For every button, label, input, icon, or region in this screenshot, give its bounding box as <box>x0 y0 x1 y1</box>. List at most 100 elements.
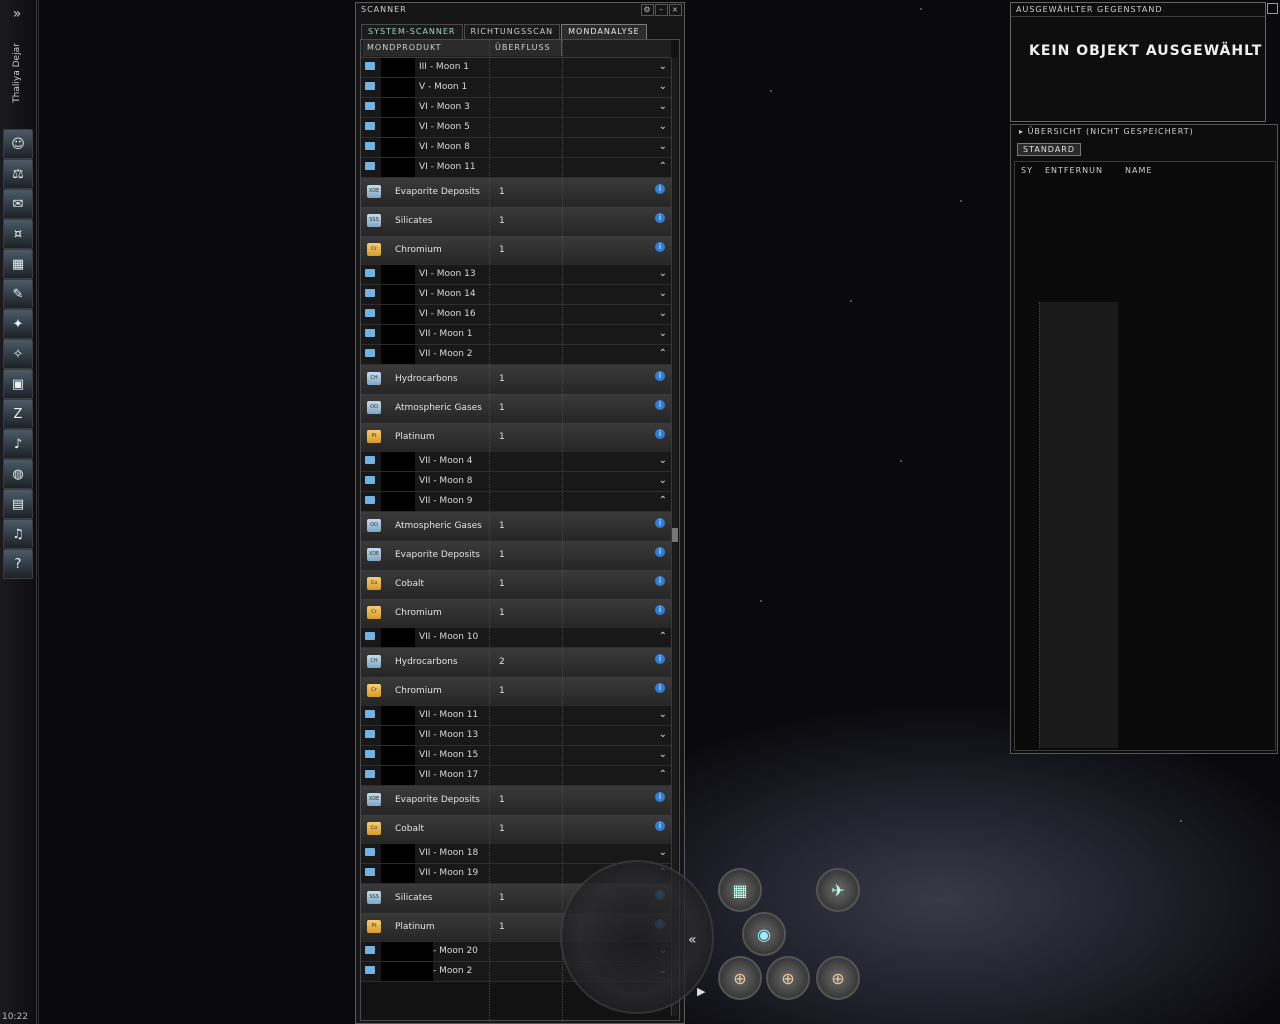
info-icon[interactable]: i <box>655 821 665 831</box>
starmap-icon[interactable]: ◍ <box>3 459 33 489</box>
product-row[interactable]: XDE Evaporite Deposits 1 i <box>361 786 671 815</box>
column-header-abundance[interactable]: ÜBERFLUSS <box>491 40 562 56</box>
expand-icon[interactable]: ⌄ <box>659 305 667 323</box>
collapse-icon[interactable]: ⌃ <box>659 766 667 784</box>
moon-row[interactable]: VII - Moon 17 ⌃ <box>361 766 671 786</box>
moon-row[interactable]: VII - Moon 2 ⌃ <box>361 345 671 365</box>
moon-row[interactable]: VII - Moon 1 ⌄ <box>361 325 671 345</box>
moon-row[interactable]: VI - Moon 8 ⌄ <box>361 138 671 158</box>
moon-row[interactable]: VII - Moon 10 ⌃ <box>361 628 671 648</box>
tab-standard[interactable]: STANDARD <box>1017 143 1082 156</box>
market-icon[interactable]: ⚖ <box>3 159 33 189</box>
science-icon[interactable]: ♫ <box>3 519 33 549</box>
expand-icon[interactable]: ⌄ <box>659 118 667 136</box>
product-row[interactable]: Co Cobalt 1 i <box>361 570 671 599</box>
expand-icon[interactable]: ⌄ <box>659 844 667 862</box>
wallet-icon[interactable]: ¤ <box>3 219 33 249</box>
window-toggle-button[interactable] <box>1267 3 1278 14</box>
info-icon[interactable]: i <box>655 184 665 194</box>
moon-row[interactable]: V - Moon 1 ⌄ <box>361 78 671 98</box>
help-icon[interactable]: ? <box>3 549 33 579</box>
expand-icon[interactable]: ⌄ <box>659 746 667 764</box>
expand-icon[interactable]: ⌄ <box>659 452 667 470</box>
chevron-left-icon[interactable]: « <box>688 932 697 948</box>
moon-row[interactable]: VII - Moon 9 ⌃ <box>361 492 671 512</box>
info-icon[interactable]: i <box>655 547 665 557</box>
expand-icon[interactable]: ⌄ <box>659 726 667 744</box>
map-icon[interactable]: ▦ <box>3 249 33 279</box>
column-header-name[interactable]: NAME <box>1125 166 1152 175</box>
moon-row[interactable]: VI - Moon 3 ⌄ <box>361 98 671 118</box>
expand-icon[interactable]: ⌄ <box>659 138 667 156</box>
close-button[interactable]: × <box>669 4 682 16</box>
collapse-icon[interactable]: ⌃ <box>659 628 667 646</box>
expand-arrow-icon[interactable]: ▸ <box>1019 127 1028 136</box>
info-icon[interactable]: i <box>655 242 665 252</box>
expand-icon[interactable]: ⌄ <box>659 98 667 116</box>
info-icon[interactable]: i <box>655 518 665 528</box>
column-header-type[interactable]: SY <box>1021 166 1033 175</box>
mail-icon[interactable]: ✉ <box>3 189 33 219</box>
module-survey-scanner-icon[interactable]: ◉ <box>742 912 786 956</box>
contracts-icon[interactable]: ✎ <box>3 279 33 309</box>
product-row[interactable]: Co Cobalt 1 i <box>361 815 671 844</box>
expand-neocom-button[interactable]: » <box>4 4 30 24</box>
collapse-icon[interactable]: ⌃ <box>659 492 667 510</box>
news-icon[interactable]: ▤ <box>3 489 33 519</box>
moon-row[interactable]: VI - Moon 11 ⌃ <box>361 158 671 178</box>
assets-icon[interactable]: ▣ <box>3 369 33 399</box>
expand-icon[interactable]: ⌄ <box>659 265 667 283</box>
tab-system-scanner[interactable]: SYSTEM-SCANNER <box>361 24 463 40</box>
info-icon[interactable]: i <box>655 605 665 615</box>
minimize-button[interactable]: – <box>655 4 668 16</box>
info-icon[interactable]: i <box>655 429 665 439</box>
module-mining-laser-3-icon[interactable]: ⊕ <box>816 956 860 1000</box>
moon-row[interactable]: VI - Moon 14 ⌄ <box>361 285 671 305</box>
info-icon[interactable]: i <box>655 371 665 381</box>
info-icon[interactable]: i <box>655 654 665 664</box>
collapse-icon[interactable]: ⌃ <box>659 158 667 176</box>
moon-row[interactable]: VI - Moon 16 ⌄ <box>361 305 671 325</box>
moon-row[interactable]: III - Moon 1 ⌄ <box>361 58 671 78</box>
column-header-moon-product[interactable]: MONDPRODUKT <box>363 40 494 56</box>
moon-row[interactable]: VII - Moon 8 ⌄ <box>361 472 671 492</box>
expand-icon[interactable]: ⌄ <box>659 325 667 343</box>
info-icon[interactable]: i <box>655 792 665 802</box>
column-header-distance[interactable]: ENTFERNUN <box>1045 166 1103 175</box>
expand-icon[interactable]: ⌄ <box>659 58 667 76</box>
product-row[interactable]: CH Hydrocarbons 2 i <box>361 648 671 677</box>
moon-row[interactable]: VI - Moon 13 ⌄ <box>361 265 671 285</box>
scrollbar-thumb[interactable] <box>672 528 678 542</box>
expand-icon[interactable]: ⌄ <box>659 285 667 303</box>
product-row[interactable]: Pt Platinum 1 i <box>361 423 671 452</box>
product-row[interactable]: SSS Silicates 1 i <box>361 207 671 236</box>
product-row[interactable]: CH Hydrocarbons 1 i <box>361 365 671 394</box>
info-icon[interactable]: i <box>655 213 665 223</box>
tab-moon-analysis[interactable]: MONDANALYSE <box>561 24 647 40</box>
product-row[interactable]: Cr Chromium 1 i <box>361 677 671 706</box>
expand-icon[interactable]: ⌄ <box>659 472 667 490</box>
fleet-icon[interactable]: ✦ <box>3 309 33 339</box>
moon-row[interactable]: VII - Moon 4 ⌄ <box>361 452 671 472</box>
journal-icon[interactable]: ♪ <box>3 429 33 459</box>
module-drone-icon[interactable]: ✈ <box>816 868 860 912</box>
expand-icon[interactable]: ⌄ <box>659 706 667 724</box>
moon-row[interactable]: VII - Moon 11 ⌄ <box>361 706 671 726</box>
info-icon[interactable]: i <box>655 576 665 586</box>
character-sheet-icon[interactable]: ☺ <box>3 129 33 159</box>
pilot-portrait[interactable]: Thaliya Dejar <box>2 30 32 126</box>
moon-row[interactable]: VII - Moon 13 ⌄ <box>361 726 671 746</box>
corp-icon[interactable]: ✧ <box>3 339 33 369</box>
people-icon[interactable]: Z <box>3 399 33 429</box>
product-row[interactable]: OO Atmospheric Gases 1 i <box>361 512 671 541</box>
module-mining-laser-1-icon[interactable]: ⊕ <box>718 956 762 1000</box>
product-row[interactable]: Cr Chromium 1 i <box>361 599 671 628</box>
scanner-titlebar[interactable]: SCANNER ⚙ – × <box>356 3 684 16</box>
moon-row[interactable]: VII - Moon 15 ⌄ <box>361 746 671 766</box>
settings-icon[interactable]: ⚙ <box>641 4 654 16</box>
info-icon[interactable]: i <box>655 683 665 693</box>
play-icon[interactable]: ▶ <box>697 985 705 998</box>
info-icon[interactable]: i <box>655 400 665 410</box>
product-row[interactable]: XDE Evaporite Deposits 1 i <box>361 178 671 207</box>
module-cargo-scanner-icon[interactable]: ▦ <box>718 868 762 912</box>
